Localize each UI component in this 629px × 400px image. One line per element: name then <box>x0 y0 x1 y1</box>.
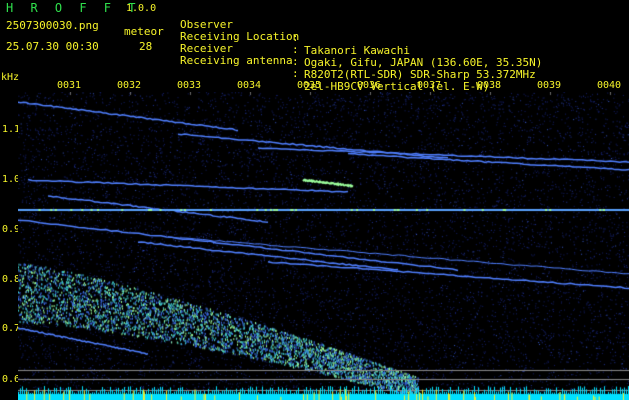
meteor-count: 28 <box>139 40 153 53</box>
info-separator: : <box>292 67 299 80</box>
x-tick-label: 0038 <box>477 80 502 91</box>
x-tick-label: 0034 <box>237 80 262 91</box>
x-tick-label: 0037 <box>417 80 442 91</box>
x-tick-label: 0031 <box>57 80 82 91</box>
x-tick-label: 0040 <box>597 80 622 91</box>
x-tick-label: 0035 <box>297 80 322 91</box>
x-tick-label: 0036 <box>357 80 382 91</box>
x-tick-label: 0033 <box>177 80 202 91</box>
frequency-unit-label: kHz <box>1 72 20 83</box>
info-row-antenna: Receiving antenna : 2el-HB9CV Vertical (… <box>180 41 489 93</box>
app-version: 1.0.0 <box>126 3 157 14</box>
hrofft-screen: H R O F F T 1.0.0 2507300030.png meteor … <box>0 0 629 400</box>
image-filename: 2507300030.png <box>6 19 99 32</box>
meteor-label: meteor <box>124 25 164 38</box>
app-name: H R O F F T <box>6 1 141 15</box>
spectrogram-image <box>18 92 629 400</box>
x-tick-label: 0032 <box>117 80 142 91</box>
observation-datetime: 25.07.30 00:30 <box>6 40 99 53</box>
info-key: Receiving antenna <box>180 54 293 67</box>
x-tick-label: 0039 <box>537 80 562 91</box>
